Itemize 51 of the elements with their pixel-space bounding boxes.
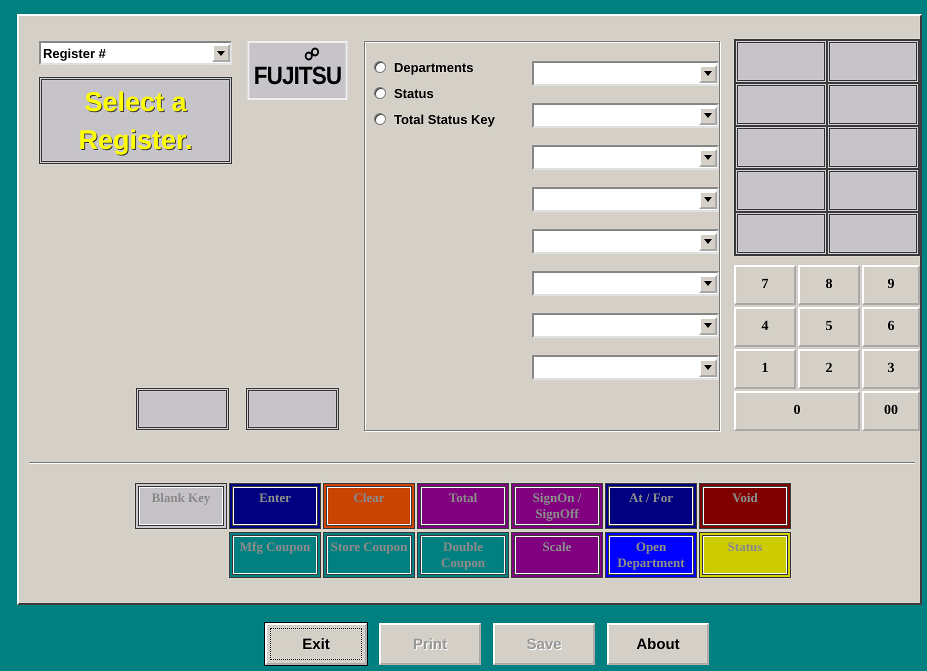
dropdown[interactable] [532, 187, 719, 212]
keypad-key[interactable]: 6 [862, 307, 920, 347]
dropdown[interactable] [532, 103, 719, 128]
caret-icon [217, 50, 225, 56]
caret-icon [704, 113, 712, 118]
keypad-key[interactable]: 7 [734, 265, 796, 305]
rings-icon [303, 47, 322, 61]
mode-radio[interactable]: Total Status Key [374, 109, 532, 129]
preset-key[interactable] [735, 83, 827, 126]
preset-key[interactable] [735, 169, 827, 212]
blank-key[interactable] [136, 388, 229, 430]
logo: FUJITSU [248, 41, 348, 100]
mode-radio[interactable]: Departments [374, 57, 532, 77]
register-dropdown[interactable]: Register # [39, 41, 232, 65]
dropdown[interactable] [532, 271, 719, 296]
caret-icon [704, 365, 712, 370]
caret-icon [704, 197, 712, 202]
preset-key[interactable] [827, 83, 919, 126]
dropdown[interactable] [532, 61, 719, 86]
caret-icon [704, 155, 712, 160]
register-message: Select a Register. [39, 77, 232, 164]
dialog-button[interactable]: About [607, 623, 709, 665]
keypad-key[interactable]: 5 [798, 307, 860, 347]
caret-icon [704, 281, 712, 286]
caret-icon [704, 71, 712, 76]
preset-key[interactable] [735, 212, 827, 255]
preset-key[interactable] [735, 40, 827, 83]
caret-icon [704, 239, 712, 244]
function-key[interactable]: Enter [229, 483, 321, 529]
preset-key[interactable] [735, 126, 827, 169]
preset-key[interactable] [827, 212, 919, 255]
keypad-key[interactable]: 3 [862, 349, 920, 389]
caret-icon [704, 323, 712, 328]
mode-radio[interactable]: Status [374, 83, 532, 103]
preset-key[interactable] [827, 40, 919, 83]
keypad-key[interactable]: 2 [798, 349, 860, 389]
keypad-key[interactable]: 4 [734, 307, 796, 347]
preset-key[interactable] [827, 126, 919, 169]
dropdown[interactable] [532, 145, 719, 170]
keypad-key[interactable]: 0 [734, 391, 860, 431]
dialog-button[interactable]: Exit [265, 623, 367, 665]
keypad-key[interactable]: 9 [862, 265, 920, 305]
keypad-key[interactable]: 8 [798, 265, 860, 305]
keypad-key[interactable]: 1 [734, 349, 796, 389]
dropdown[interactable] [532, 229, 719, 254]
dropdown[interactable] [532, 313, 719, 338]
blank-key[interactable] [246, 388, 339, 430]
function-key[interactable]: At / For [605, 483, 697, 529]
preset-key[interactable] [827, 169, 919, 212]
dropdown[interactable] [532, 355, 719, 380]
keypad-key[interactable]: 00 [862, 391, 920, 431]
